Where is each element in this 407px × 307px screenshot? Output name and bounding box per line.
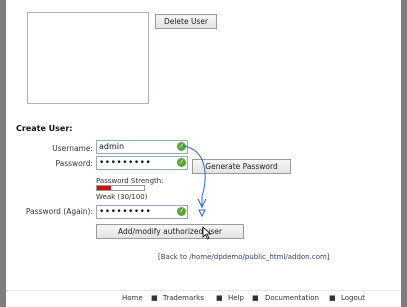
footer-separator: ■	[329, 294, 336, 302]
footer-help-link[interactable]: Help	[228, 294, 244, 302]
page: Delete User Create User: Username: admin…	[6, 0, 401, 307]
footer-separator: ■	[216, 294, 223, 302]
footer-trademarks-link[interactable]: Trademarks	[163, 294, 204, 302]
annotation-arrow	[182, 145, 207, 218]
footer-documentation-link[interactable]: Documentation	[265, 294, 319, 302]
footer-separator: ■	[151, 294, 158, 302]
footer-separator: ■	[252, 294, 259, 302]
footer-nav: Home ■ Trademarks ■ Help ■ Documentation…	[6, 290, 401, 307]
back-link[interactable]: [Back to /home/dpdemo/public_html/addon.…	[158, 253, 330, 261]
footer-home-link[interactable]: Home	[122, 294, 143, 302]
footer-logout-link[interactable]: Logout	[341, 294, 365, 302]
mouse-cursor-icon	[202, 226, 212, 240]
